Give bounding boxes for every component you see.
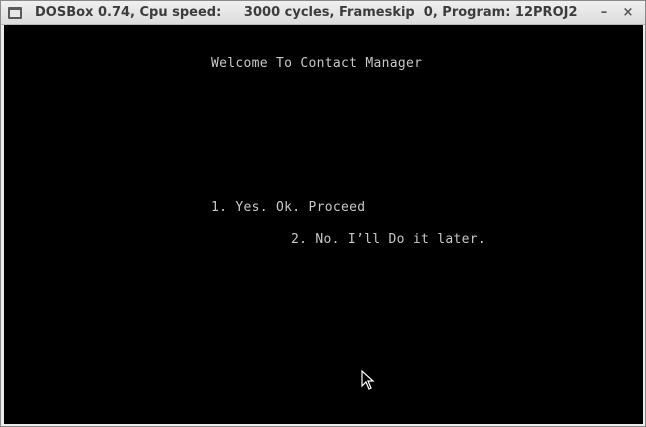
window-menu-icon[interactable] <box>7 5 23 21</box>
menu-option-proceed: 1. Yes. Ok. Proceed <box>211 200 366 215</box>
menu-option-later: 2. No. I’ll Do it later. <box>291 232 487 247</box>
minimize-icon[interactable]: – <box>596 4 612 21</box>
title-bar[interactable]: DOSBox 0.74, Cpu speed: 3000 cycles, Fra… <box>1 1 645 25</box>
dosbox-window: DOSBox 0.74, Cpu speed: 3000 cycles, Fra… <box>0 0 646 427</box>
close-icon[interactable]: × <box>620 4 636 21</box>
dos-screen[interactable]: Welcome To Contact Manager 1. Yes. Ok. P… <box>4 25 643 424</box>
window-title: DOSBox 0.74, Cpu speed: 3000 cycles, Fra… <box>35 5 578 20</box>
welcome-heading: Welcome To Contact Manager <box>211 56 423 71</box>
mouse-pointer-icon <box>361 369 375 390</box>
